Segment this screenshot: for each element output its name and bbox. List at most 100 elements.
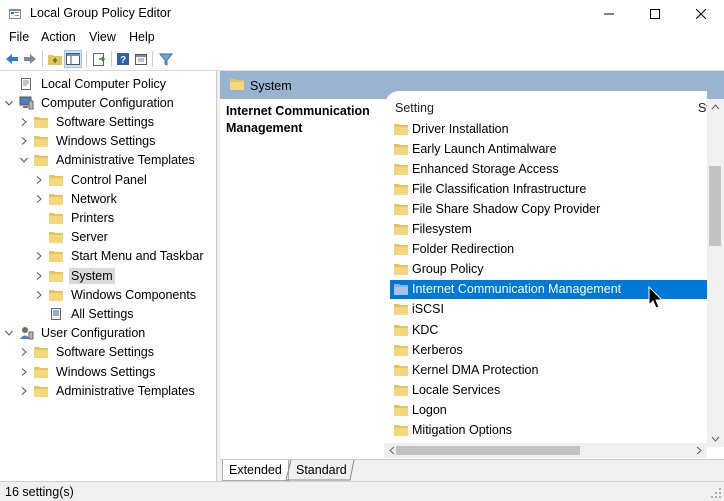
list-item-label: Enhanced Storage Access [412, 161, 559, 176]
export-list-icon[interactable] [90, 50, 108, 68]
tree-item-label: Administrative Templates [56, 383, 195, 398]
menu-view[interactable]: View [89, 30, 116, 44]
list-item[interactable]: Mitigation Options [390, 421, 707, 440]
chevron-down-icon[interactable] [19, 155, 29, 165]
list-item-label: Locale Services [412, 382, 501, 397]
toolbar-separator [86, 51, 87, 67]
list-item[interactable]: Group Policy [390, 260, 707, 279]
folder-icon [394, 203, 408, 215]
list-item[interactable]: Folder Redirection [390, 240, 707, 259]
list-item[interactable]: Filesystem [390, 220, 707, 239]
chevron-down-icon[interactable] [4, 98, 14, 108]
tree-item-label: Local Computer Policy [41, 76, 167, 91]
tree-item-label: Administrative Templates [56, 153, 195, 168]
folder-icon [394, 183, 408, 195]
back-icon[interactable] [3, 50, 21, 68]
show-hide-tree-icon[interactable] [64, 50, 82, 68]
list-item-label: Kerberos [412, 342, 463, 357]
chevron-right-icon[interactable] [19, 386, 29, 396]
details-pane: System Internet Communication Management… [220, 71, 724, 481]
folder-icon [34, 345, 50, 359]
list-item-label: Folder Redirection [412, 242, 515, 257]
tree-item[interactable]: Start Menu and Taskbar [34, 247, 205, 266]
console-tree[interactable]: Local Computer Policy Computer Configurat… [0, 71, 217, 481]
tree-item[interactable]: Windows Settings [19, 362, 157, 381]
properties-icon[interactable] [132, 50, 150, 68]
tree-item-label: Start Menu and Taskbar [71, 249, 204, 264]
tree-item[interactable]: Software Settings [19, 112, 156, 131]
folder-icon [394, 303, 408, 316]
tree-item[interactable]: User Configuration [4, 324, 147, 343]
close-button[interactable] [678, 0, 724, 28]
tree-item[interactable]: Control Panel [34, 170, 149, 189]
list-item[interactable]: Kernel DMA Protection [390, 360, 707, 379]
window-title: Local Group Policy Editor [30, 6, 172, 20]
tree-item[interactable]: Printers [34, 208, 116, 227]
folder-icon [34, 115, 50, 129]
filter-icon[interactable] [157, 50, 175, 68]
toolbar: ? [0, 48, 724, 71]
minimize-button[interactable] [586, 0, 632, 28]
folder-icon [394, 223, 408, 235]
folder-icon [394, 283, 408, 296]
chevron-right-icon[interactable] [34, 251, 44, 261]
chevron-down-icon[interactable] [4, 328, 14, 338]
chevron-right-icon[interactable] [19, 347, 29, 357]
tree-item[interactable]: All Settings [34, 304, 136, 323]
tree-item[interactable]: Windows Settings [19, 132, 157, 151]
list-item[interactable]: Kerberos [390, 340, 707, 359]
column-header-setting[interactable]: Setting [395, 101, 434, 115]
tree-item[interactable]: Network [34, 189, 119, 208]
list-item[interactable]: Driver Installation [390, 119, 707, 138]
chevron-right-icon[interactable] [34, 290, 44, 300]
settings-list[interactable]: Setting St Driver Installation Early Laun… [385, 91, 710, 459]
list-item-label: Driver Installation [412, 121, 509, 136]
tree-item[interactable]: Software Settings [19, 343, 156, 362]
status-bar: 16 setting(s) [0, 481, 724, 501]
list-item[interactable]: File Classification Infrastructure [390, 179, 707, 198]
tree-item[interactable]: Windows Components [34, 285, 198, 304]
folder-icon [34, 134, 50, 148]
tree-item[interactable]: Computer Configuration [4, 93, 176, 112]
list-item[interactable]: Logon [390, 400, 707, 419]
tree-item-label: Computer Configuration [41, 95, 174, 110]
chevron-right-icon[interactable] [34, 194, 44, 204]
tab-outline [285, 460, 355, 481]
list-item[interactable]: File Share Shadow Copy Provider [390, 199, 707, 218]
menu-file[interactable]: File [9, 30, 29, 44]
folder-icon [49, 269, 65, 283]
list-item[interactable]: Early Launch Antimalware [390, 139, 707, 158]
user-icon [19, 326, 35, 340]
tree-item[interactable]: System [34, 266, 115, 285]
toolbar-separator [111, 51, 112, 67]
tree-item[interactable]: Server [34, 228, 110, 247]
maximize-button[interactable] [632, 0, 678, 28]
resize-grip-icon[interactable] [710, 487, 722, 499]
list-item[interactable]: KDC [390, 320, 707, 339]
forward-icon[interactable] [21, 50, 39, 68]
tree-item[interactable]: Administrative Templates [19, 151, 197, 170]
up-folder-icon[interactable] [46, 50, 64, 68]
chevron-right-icon[interactable] [19, 367, 29, 377]
help-icon[interactable]: ? [114, 50, 132, 68]
list-item[interactable]: Locale Services [390, 380, 707, 399]
tree-item[interactable]: Administrative Templates [19, 381, 197, 400]
menu-action[interactable]: Action [41, 30, 76, 44]
tree-item-label: Software Settings [56, 345, 154, 360]
folder-icon [394, 364, 408, 376]
vertical-scroll-thumb[interactable] [709, 166, 721, 246]
vertical-scrollbar[interactable] [707, 99, 724, 447]
list-item-label: KDC [412, 322, 439, 337]
folder-icon [230, 78, 244, 93]
tree-item[interactable]: Local Computer Policy [4, 74, 168, 93]
menu-help[interactable]: Help [129, 30, 155, 44]
tab-extended[interactable]: Extended [222, 460, 289, 481]
chevron-right-icon[interactable] [19, 117, 29, 127]
horizontal-scroll-thumb[interactable] [396, 446, 580, 455]
chevron-right-icon[interactable] [34, 175, 44, 185]
chevron-right-icon[interactable] [34, 271, 44, 281]
tree-item-label: Control Panel [71, 172, 147, 187]
tree-item-label: Network [71, 191, 117, 206]
chevron-right-icon[interactable] [19, 136, 29, 146]
list-item[interactable]: Enhanced Storage Access [390, 159, 707, 178]
